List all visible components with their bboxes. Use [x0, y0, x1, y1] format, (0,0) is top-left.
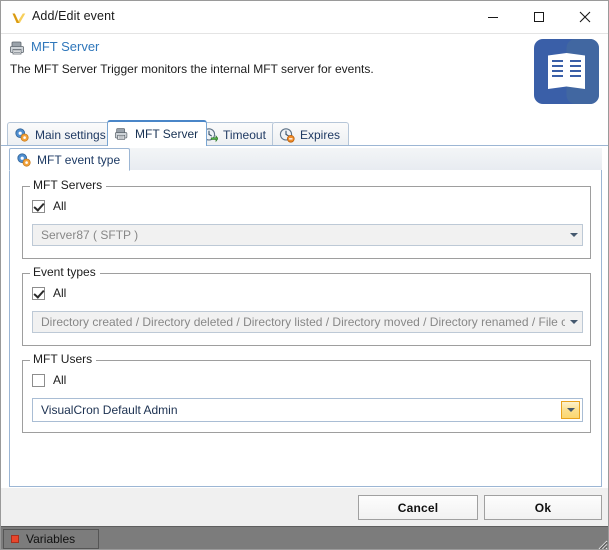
- mft-servers-all-checkbox[interactable]: [32, 199, 45, 213]
- subtab-mft-event-type[interactable]: MFT event type: [9, 148, 131, 171]
- chevron-down-icon[interactable]: [565, 225, 582, 245]
- event-types-all-label: All: [53, 286, 67, 300]
- gears-icon: [14, 127, 30, 143]
- title-bar: Add/Edit event: [1, 1, 608, 34]
- tab-label: Main settings: [35, 127, 106, 142]
- mft-servers-combo-value: Server87 ( SFTP ): [41, 228, 139, 242]
- maximize-button[interactable]: [516, 1, 562, 33]
- red-square-icon: [11, 535, 19, 543]
- visualcron-v-icon: [10, 9, 28, 27]
- mft-servers-all-label: All: [53, 199, 67, 213]
- tab-strip: Main settings MFT Server Timeout Expires: [1, 120, 608, 146]
- group-mft-users: MFT Users All VisualCron Default Admin: [22, 353, 591, 433]
- mft-server-icon: [9, 39, 27, 57]
- tab-label: Timeout: [223, 127, 266, 142]
- header-description: The MFT Server Trigger monitors the inte…: [10, 62, 374, 76]
- chevron-down-icon[interactable]: [561, 401, 580, 419]
- sub-tab-strip: MFT event type: [9, 148, 602, 171]
- dialog-button-bar: Cancel Ok: [1, 488, 608, 526]
- mft-servers-all-checkbox-row[interactable]: All: [32, 199, 66, 213]
- mft-servers-combo[interactable]: Server87 ( SFTP ): [32, 224, 583, 246]
- event-types-combo[interactable]: Directory created / Directory deleted / …: [32, 311, 583, 333]
- variables-button[interactable]: Variables: [3, 529, 99, 549]
- group-title: MFT Users: [30, 353, 97, 365]
- variables-label: Variables: [26, 532, 76, 546]
- documentation-book-icon[interactable]: [534, 39, 599, 104]
- minimize-button[interactable]: [470, 1, 516, 33]
- cancel-button[interactable]: Cancel: [358, 495, 478, 520]
- header-title: MFT Server: [31, 39, 100, 54]
- group-mft-servers: MFT Servers All Server87 ( SFTP ): [22, 179, 591, 259]
- group-title: MFT Servers: [30, 179, 107, 191]
- mft-users-all-checkbox-row[interactable]: All: [32, 373, 66, 387]
- event-types-all-checkbox-row[interactable]: All: [32, 286, 66, 300]
- dialog-header: MFT Server The MFT Server Trigger monito…: [1, 34, 608, 118]
- group-event-types: Event types All Directory created / Dire…: [22, 266, 591, 346]
- status-bar: Variables: [1, 526, 608, 549]
- mft-users-all-checkbox[interactable]: [32, 373, 45, 387]
- subtab-label: MFT event type: [37, 152, 121, 167]
- mft-users-all-label: All: [53, 373, 67, 387]
- resize-grip-icon[interactable]: [594, 536, 608, 549]
- tab-label: Expires: [300, 127, 341, 142]
- tab-main-settings[interactable]: Main settings: [7, 122, 115, 146]
- add-edit-event-dialog: Add/Edit event MFT Server The MFT Server…: [0, 0, 609, 550]
- ok-button[interactable]: Ok: [484, 495, 602, 520]
- mft-users-combo[interactable]: VisualCron Default Admin: [32, 398, 583, 422]
- group-title: Event types: [30, 266, 100, 278]
- clock-orange-badge-icon: [279, 127, 295, 143]
- tab-label: MFT Server: [135, 127, 199, 141]
- mft-server-icon: [114, 126, 130, 142]
- close-button[interactable]: [562, 1, 608, 33]
- mft-event-type-panel: MFT Servers All Server87 ( SFTP ) Event …: [9, 170, 602, 487]
- tab-expires[interactable]: Expires: [272, 122, 350, 146]
- tab-mft-server[interactable]: MFT Server: [107, 120, 208, 146]
- chevron-down-icon[interactable]: [565, 312, 582, 332]
- event-types-all-checkbox[interactable]: [32, 286, 45, 300]
- event-types-combo-value: Directory created / Directory deleted / …: [41, 315, 565, 329]
- mft-users-combo-value: VisualCron Default Admin: [41, 403, 178, 417]
- window-title: Add/Edit event: [32, 9, 115, 23]
- gears-icon: [16, 152, 32, 168]
- window-controls: [470, 1, 608, 33]
